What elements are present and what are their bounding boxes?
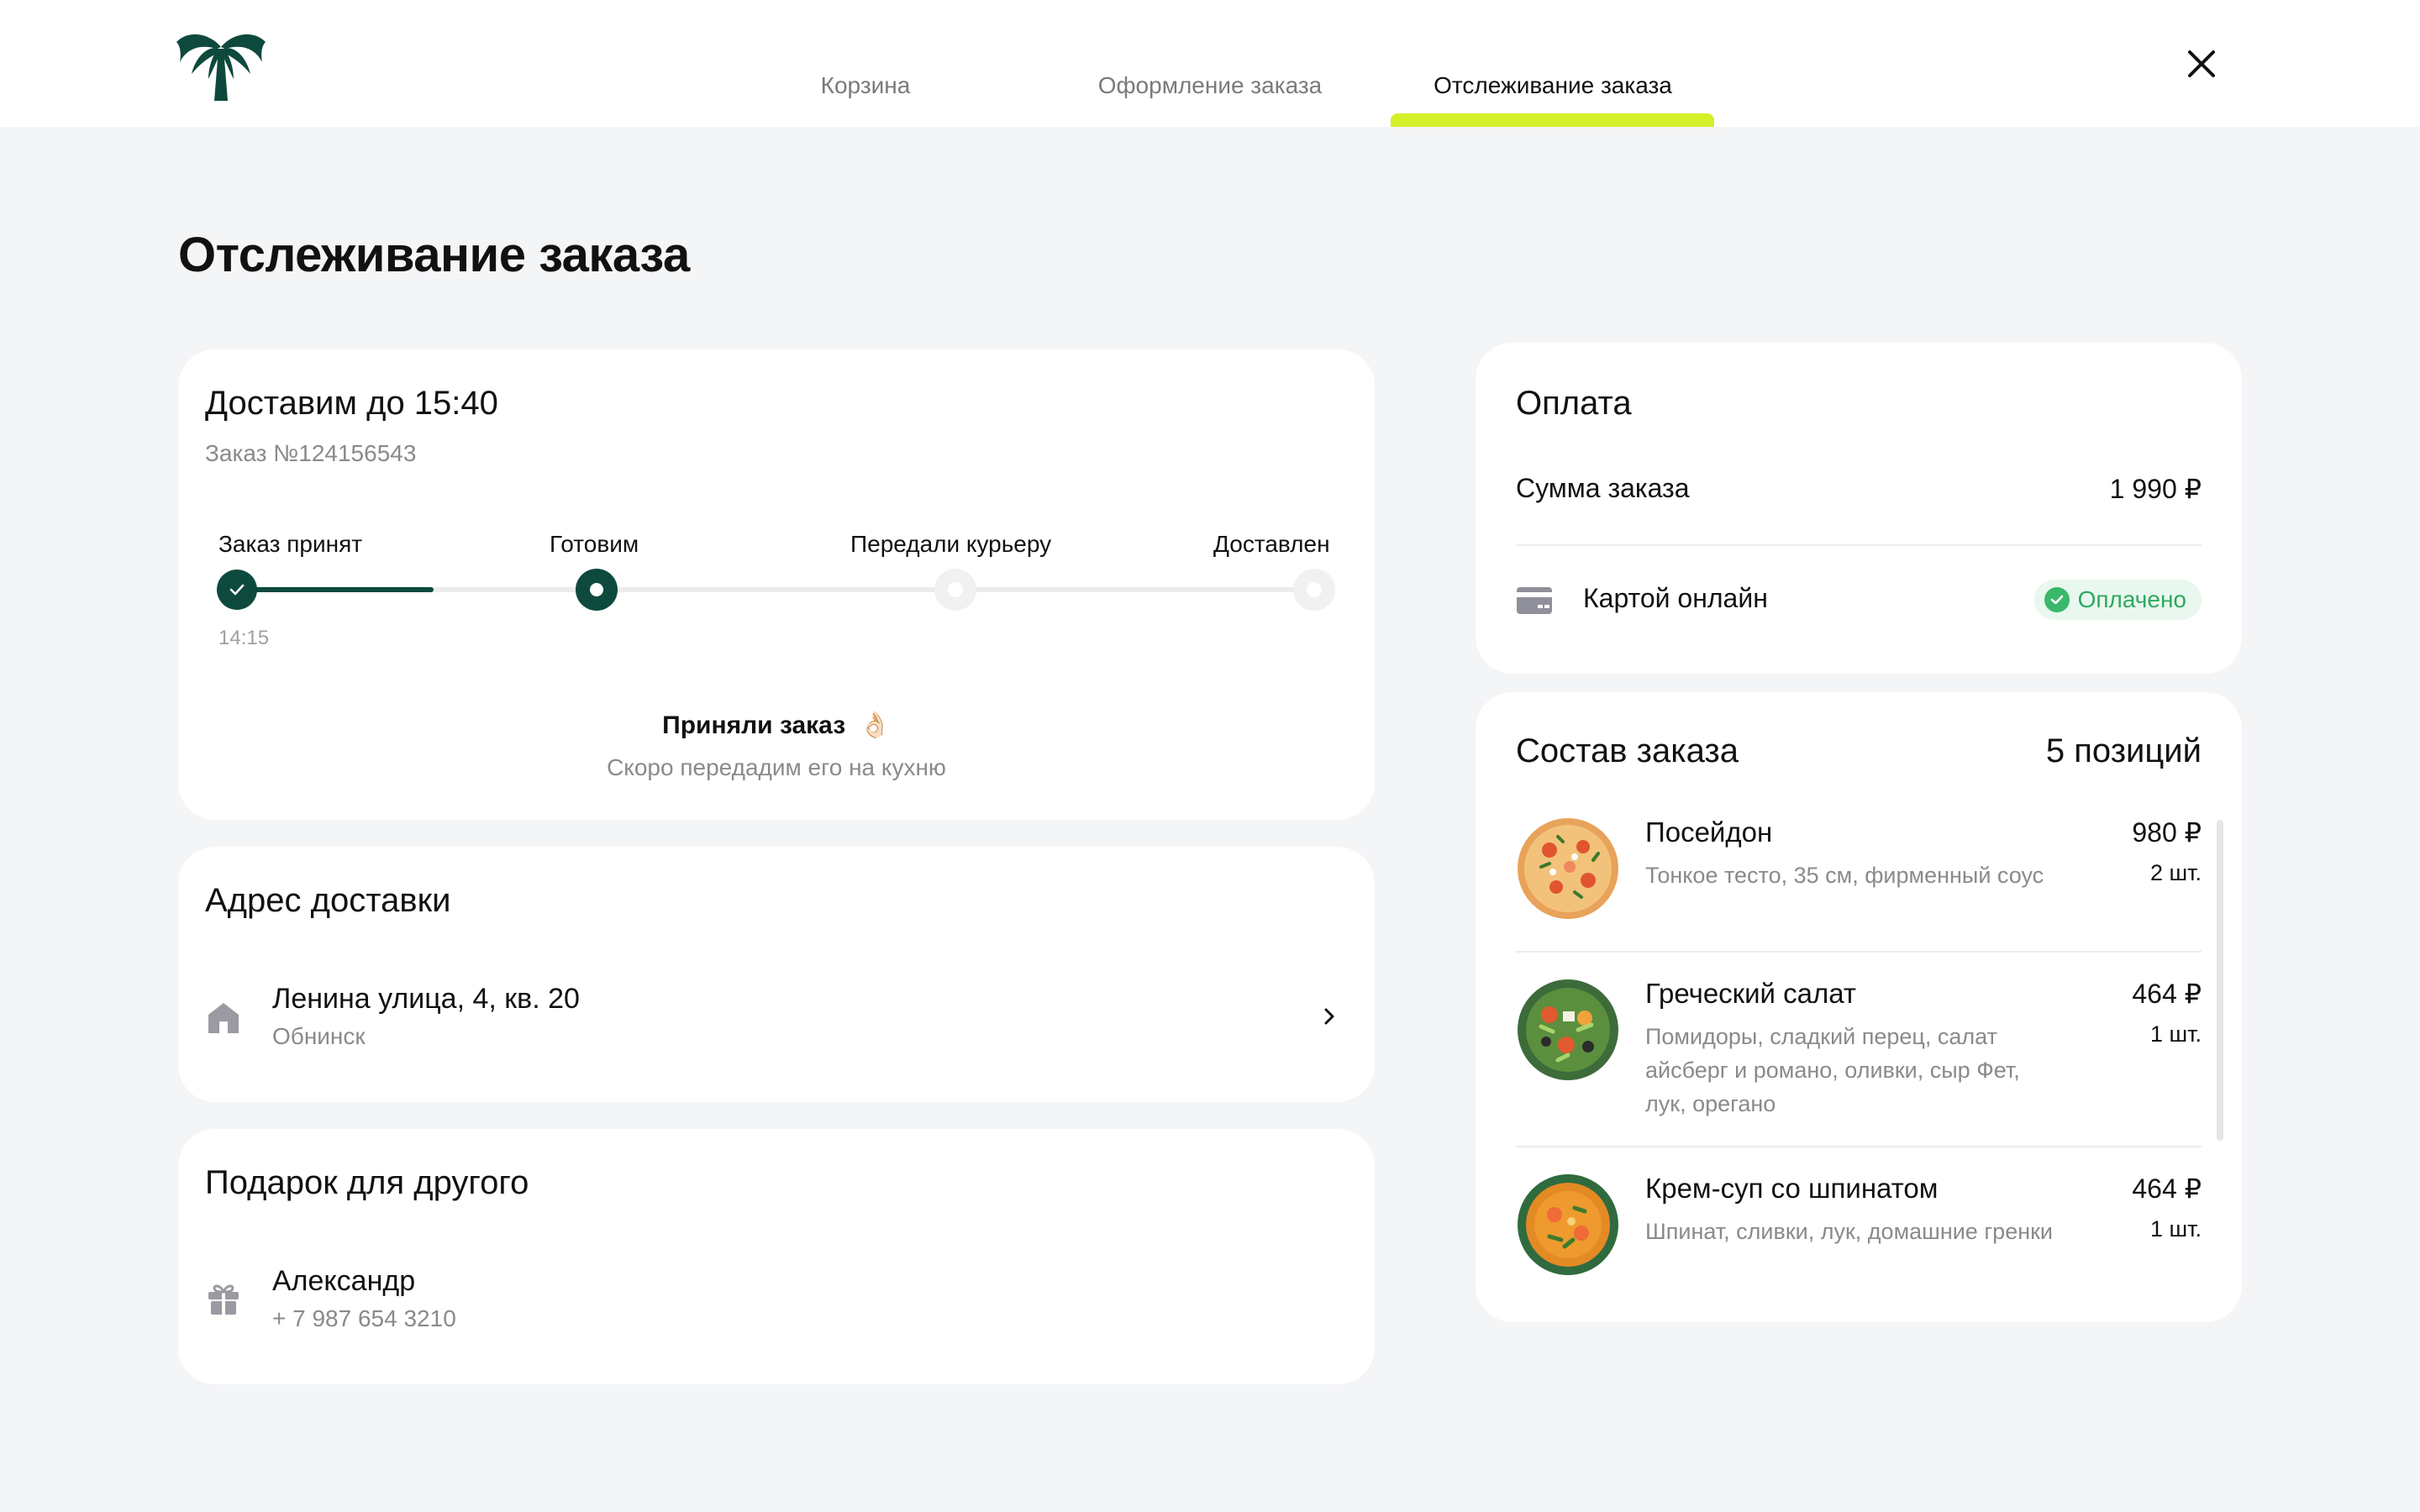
order-item[interactable]: Греческий салат Помидоры, сладкий перец,… [1516, 978, 2202, 1146]
step-delivered-dot [1293, 569, 1335, 611]
salad-image [1516, 978, 1620, 1082]
top-bar: Корзина Оформление заказа Отслеживание з… [0, 0, 2420, 127]
delivery-eta: Доставим до 15:40 [205, 385, 498, 422]
soup-image [1516, 1173, 1620, 1277]
divider [1516, 544, 2202, 546]
step-accepted-time: 14:15 [218, 627, 270, 649]
payment-title: Оплата [1516, 385, 1632, 422]
close-icon [2188, 50, 2215, 77]
item-description: Шпинат, сливки, лук, домашние гренки [1645, 1219, 2054, 1244]
order-item[interactable]: Крем-суп со шпинатом Шпинат, сливки, лук… [1516, 1173, 2202, 1299]
gift-recipient-name: Александр [272, 1265, 416, 1297]
credit-card-icon [1517, 587, 1552, 614]
pizza-image [1516, 816, 1620, 921]
gift-title: Подарок для другого [205, 1164, 529, 1201]
paid-status-badge: Оплачено [2033, 580, 2202, 620]
page-title: Отслеживание заказа [178, 228, 690, 282]
delivery-status-card: Доставим до 15:40 Заказ №124156543 Заказ… [178, 349, 1375, 820]
active-tab-indicator [1391, 113, 1714, 127]
status-subtitle: Скоро передадим его на кухню [607, 754, 946, 780]
payment-card: Оплата Сумма заказа 1 990 ₽ Картой онлай… [1476, 343, 2242, 674]
payment-method: Картой онлайн [1583, 583, 1768, 613]
item-name: Посейдон [1645, 816, 1773, 848]
step-cooking-dot [576, 569, 618, 611]
item-price: 464 ₽ [2132, 979, 2202, 1009]
chevron-right-icon [1324, 1008, 1334, 1025]
order-items-count: 5 позиций [2045, 732, 2202, 769]
item-description: Помидоры, сладкий перец, салат айсберг и… [1645, 1024, 2020, 1116]
step-accepted-check-icon [217, 570, 257, 610]
gift-recipient-phone: + 7 987 654 3210 [272, 1305, 456, 1331]
address-city: Обнинск [272, 1023, 366, 1049]
step-label-accepted: Заказ принят [218, 531, 363, 557]
checkout-tabs: Корзина Оформление заказа Отслеживание з… [0, 0, 2420, 127]
address-street: Ленина улица, 4, кв. 20 [272, 983, 580, 1015]
progress-fill [237, 587, 434, 592]
step-label-courier: Передали курьеру [850, 531, 1052, 557]
paid-status-text: Оплачено [2077, 586, 2186, 612]
item-quantity: 1 шт. [2149, 1021, 2202, 1047]
delivery-address-card[interactable]: Адрес доставки Ленина улица, 4, кв. 20 О… [178, 847, 1375, 1102]
tab-cart[interactable]: Корзина [807, 67, 924, 104]
order-sum-value: 1 990 ₽ [2109, 474, 2202, 504]
item-price: 464 ₽ [2132, 1173, 2202, 1204]
step-label-cooking: Готовим [550, 531, 639, 557]
house-icon [208, 1003, 239, 1033]
item-price: 980 ₽ [2132, 817, 2202, 848]
status-title-text: Приняли заказ [662, 711, 846, 739]
item-name: Крем-суп со шпинатом [1645, 1173, 1939, 1204]
item-quantity: 2 шт. [2149, 860, 2202, 885]
ok-hand-icon: 👌🏻 [859, 711, 891, 739]
gift-icon [208, 1284, 239, 1315]
order-items-card: Состав заказа 5 позиций Посейдон Тонкое … [1476, 692, 2242, 1322]
order-items-scrollbar[interactable] [2217, 820, 2223, 1141]
order-items-title: Состав заказа [1516, 732, 1739, 769]
step-courier-dot [934, 569, 976, 611]
address-title: Адрес доставки [205, 882, 451, 919]
gift-recipient-card: Подарок для другого Александр + 7 987 65… [178, 1129, 1375, 1384]
divider [1516, 951, 2202, 953]
order-item[interactable]: Посейдон Тонкое тесто, 35 см, фирменный … [1516, 816, 2202, 951]
item-description: Тонкое тесто, 35 см, фирменный соус [1645, 863, 2044, 888]
close-button[interactable] [2180, 42, 2223, 86]
order-number: Заказ №124156543 [205, 440, 417, 466]
status-title: Приняли заказ 👌🏻 [178, 711, 1375, 740]
item-quantity: 1 шт. [2149, 1216, 2202, 1242]
order-sum-label: Сумма заказа [1516, 473, 1690, 503]
check-circle-icon [2044, 587, 2070, 612]
tab-tracking[interactable]: Отслеживание заказа [1405, 67, 1701, 104]
divider [1516, 1146, 2202, 1147]
step-label-delivered: Доставлен [1213, 531, 1330, 557]
tab-checkout[interactable]: Оформление заказа [1084, 67, 1336, 104]
item-name: Греческий салат [1645, 978, 1856, 1009]
